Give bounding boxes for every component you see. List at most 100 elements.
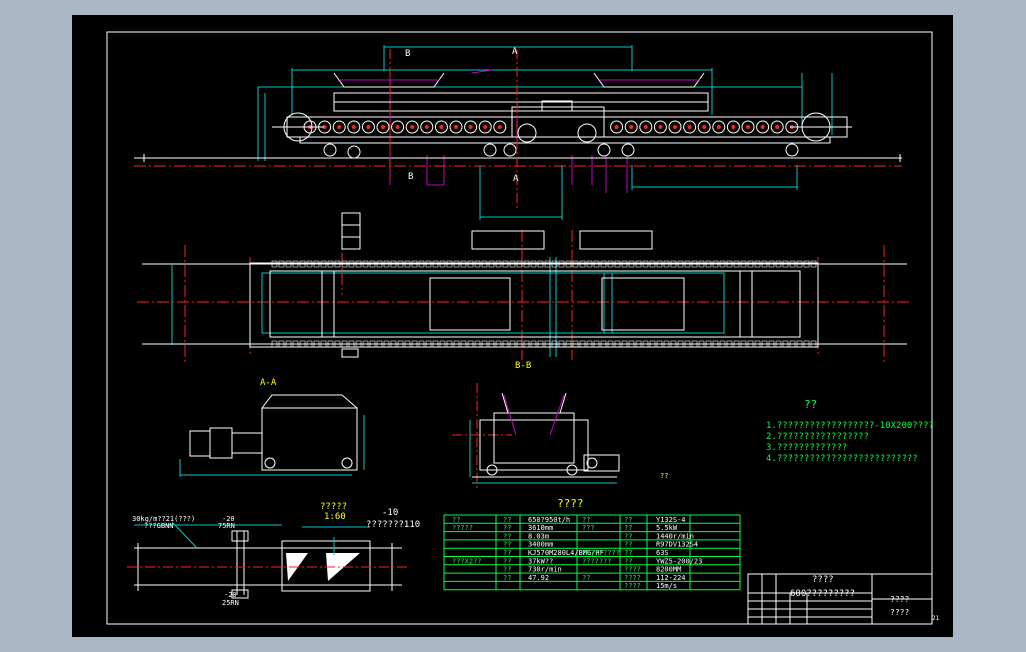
spec-table: ???? ?? ???? 650?950t/h???? Y132S-4???????…: [443, 472, 741, 591]
spec-cell: ????: [624, 574, 641, 582]
spec-cell: 5.5kW: [656, 524, 678, 532]
center-drive: [511, 100, 605, 143]
roller-hub: [746, 125, 750, 129]
roller-hub: [381, 125, 385, 129]
detail-dim-75: 75RN: [218, 522, 235, 530]
spec-cell: ??: [624, 524, 632, 532]
roller-hub: [702, 125, 707, 129]
spec-cell: YWZ5-200/23: [656, 557, 702, 565]
title-block-field-b: ????: [890, 608, 909, 617]
spec-cell: ??: [624, 549, 632, 557]
roller-hub: [673, 125, 677, 129]
plan-view: B-B: [137, 212, 912, 371]
roller-hub: [366, 125, 371, 129]
spec-cell: ???: [582, 524, 595, 532]
marker-b-top: B: [405, 49, 410, 59]
roller-hub: [410, 125, 415, 129]
hidden-lines: [389, 69, 628, 193]
section-lines: [389, 49, 518, 211]
spec-cell: ??: [624, 541, 632, 549]
roller-chain: [303, 120, 799, 134]
elevation-view: B A B A: [134, 45, 902, 220]
spec-cell: ??: [503, 566, 511, 574]
spec-cell: ??: [624, 516, 632, 524]
spec-cell: ??: [503, 549, 511, 557]
marker-a-top: A: [512, 47, 518, 57]
spec-cell: ??: [503, 532, 511, 540]
roller-hub: [497, 125, 502, 129]
detail-scale-title: ?????: [320, 502, 347, 512]
roller-hub: [351, 125, 356, 129]
roller-hub: [395, 125, 400, 129]
spec-cell: ??: [503, 557, 511, 565]
plan-frame: [142, 262, 907, 348]
spec-table-title: ????: [557, 497, 584, 510]
spec-cell: ??: [582, 574, 590, 582]
roller-hub: [337, 125, 342, 129]
spec-cell: 3610mm: [528, 524, 553, 532]
spec-cell: ????: [624, 566, 641, 574]
detail-callout-10: -10: [382, 508, 398, 518]
plan-centerlines: [137, 213, 912, 363]
section-bb-dims: [469, 420, 617, 484]
roller-hub: [614, 125, 619, 129]
plan-drives: [341, 212, 653, 358]
spec-cell: Y132S-4: [656, 516, 686, 524]
travel-wheels: [323, 143, 799, 159]
spec-cell: ???X2??: [452, 557, 482, 565]
note-1: 1.??????????????????-10X200????: [766, 421, 934, 431]
spec-cell: ??: [503, 516, 511, 524]
spec-cell: ??: [503, 574, 511, 582]
note-4: 4.??????????????????????????: [766, 454, 918, 464]
title-block-title: ????: [812, 575, 834, 585]
note-2: 2.?????????????????: [766, 432, 869, 442]
detail-body: [134, 530, 402, 599]
spec-table-marker: ??: [660, 472, 668, 480]
spec-cell: ?????: [452, 524, 473, 532]
label-section-aa: A-A: [260, 378, 277, 388]
rails: [134, 154, 902, 162]
technical-notes: ?? 1.??????????????????-10X200???? 2.???…: [766, 398, 934, 464]
label-section-bb: B-B: [515, 361, 531, 371]
spec-cell: ??: [503, 541, 511, 549]
roller-hub: [716, 125, 721, 129]
spec-cell: ??: [624, 557, 632, 565]
title-block-sheet-no: 21: [932, 615, 940, 622]
roller-hub: [424, 125, 429, 129]
spec-cell: 8.03m: [528, 532, 549, 540]
roller-hub: [775, 125, 780, 129]
title-block-field-a: ????: [890, 595, 909, 604]
spec-cell: 47.92: [528, 574, 549, 582]
roller-hub: [439, 125, 444, 129]
elevation-dimensions: [257, 45, 833, 161]
roller-hub: [468, 125, 473, 129]
spec-cell: 1440r/min: [656, 532, 694, 540]
spec-cell: ???????: [582, 557, 612, 565]
spec-cell: 730r/min: [528, 566, 562, 574]
drawing-sheet: B A B A B-B A-A ?? 1.??????????????????-…: [72, 15, 953, 637]
section-bb-hopper: [503, 394, 565, 436]
spec-cell: 3400mm: [528, 541, 553, 549]
detail-dim-25: 25RN: [222, 599, 239, 607]
spec-cell: ??: [503, 524, 511, 532]
spec-cell: 112-224: [656, 574, 686, 582]
spec-cell: 8200MM: [656, 566, 681, 574]
title-block: ???? 600????????? ???? ???? 21: [747, 573, 940, 625]
detail-callout-110: ???????110: [366, 520, 420, 530]
roller-hub: [658, 125, 663, 129]
spec-cell: 650?950t/h: [528, 516, 570, 524]
spec-cell: 37kW??: [528, 557, 553, 565]
marker-b-bottom: B: [408, 172, 413, 182]
detail-scale-value: 1:60: [324, 512, 346, 522]
roller-hub: [483, 125, 488, 129]
section-bb-body: [472, 392, 620, 478]
spec-cell: ??: [582, 516, 590, 524]
section-aa-view: A-A: [179, 378, 365, 477]
roller-hub: [687, 125, 692, 129]
section-bb-view: [452, 383, 620, 491]
spec-cell: R97DV132S4: [656, 541, 698, 549]
roller-hub: [760, 125, 765, 129]
roller-hub: [643, 125, 648, 129]
spec-cell: ??: [452, 516, 460, 524]
spec-cell: 63S: [656, 549, 669, 557]
